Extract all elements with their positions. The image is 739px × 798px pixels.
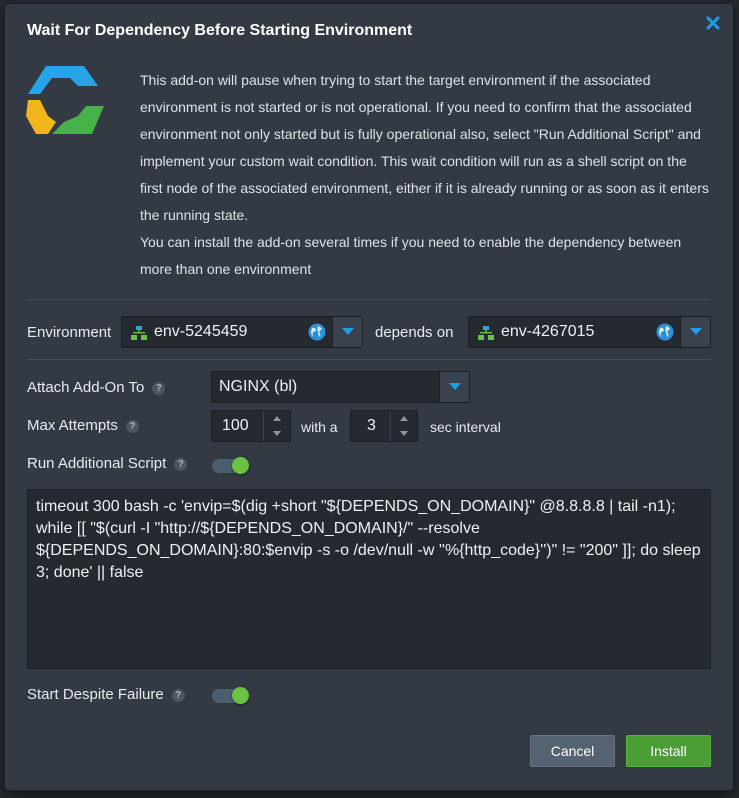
source-environment-value: env-5245459 [154, 323, 248, 340]
max-attempts-label-text: Max Attempts [27, 417, 118, 434]
globe-icon [656, 323, 674, 346]
help-icon[interactable]: ? [174, 458, 188, 471]
install-addon-dialog: Wait For Dependency Before Starting Envi… [5, 4, 733, 790]
divider [27, 359, 711, 360]
attach-addon-label-text: Attach Add-On To [27, 379, 145, 396]
interval-suffix-label: sec interval [430, 419, 501, 435]
chevron-down-icon[interactable] [680, 317, 710, 347]
description-paragraph: This add-on will pause when trying to st… [140, 72, 709, 223]
environment-icon [131, 326, 147, 345]
chevron-down-icon[interactable] [439, 372, 469, 402]
interval-value: 3 [367, 417, 376, 434]
target-environment-value: env-4267015 [501, 323, 595, 340]
target-environment-select[interactable]: env-4267015 [468, 316, 711, 348]
spinner-up-icon[interactable] [391, 411, 417, 426]
script-editor[interactable]: timeout 300 bash -c 'envip=$(dig +short … [27, 489, 711, 669]
spinner-up-icon[interactable] [264, 411, 290, 426]
source-environment-select[interactable]: env-5245459 [121, 316, 363, 348]
chevron-down-icon[interactable] [332, 317, 362, 347]
help-icon[interactable]: ? [152, 382, 166, 395]
max-attempts-label: Max Attempts? [27, 417, 139, 434]
description-paragraph: You can install the add-on several times… [140, 234, 682, 277]
environment-icon [478, 326, 494, 345]
start-despite-failure-label-text: Start Despite Failure [27, 686, 164, 703]
depends-on-label: depends on [375, 324, 454, 341]
toggle-knob [232, 457, 249, 474]
help-icon[interactable]: ? [171, 689, 185, 702]
with-a-label: with a [301, 419, 338, 435]
spinner-down-icon[interactable] [264, 426, 290, 441]
toggle-knob [232, 687, 249, 704]
attach-addon-select[interactable]: NGINX (bl) [211, 371, 470, 403]
max-attempts-stepper[interactable]: 100 [211, 410, 291, 442]
help-icon[interactable]: ? [125, 420, 139, 433]
addon-logo-icon [26, 64, 106, 136]
environment-label: Environment [27, 324, 112, 341]
run-script-label: Run Additional Script? [27, 455, 188, 472]
globe-icon [308, 323, 326, 346]
start-despite-failure-label: Start Despite Failure? [27, 686, 185, 703]
install-button[interactable]: Install [626, 735, 711, 767]
run-script-toggle[interactable] [212, 457, 249, 474]
divider [27, 299, 711, 300]
dialog-title: Wait For Dependency Before Starting Envi… [27, 22, 413, 39]
attach-addon-value: NGINX (bl) [219, 378, 298, 395]
interval-stepper[interactable]: 3 [350, 410, 418, 442]
addon-description: This add-on will pause when trying to st… [140, 67, 710, 283]
start-despite-failure-toggle[interactable] [212, 687, 249, 704]
close-icon[interactable] [702, 12, 724, 34]
run-script-label-text: Run Additional Script [27, 455, 167, 472]
max-attempts-value: 100 [222, 417, 249, 434]
attach-addon-label: Attach Add-On To? [27, 379, 166, 396]
cancel-button[interactable]: Cancel [530, 735, 615, 767]
spinner-down-icon[interactable] [391, 426, 417, 441]
